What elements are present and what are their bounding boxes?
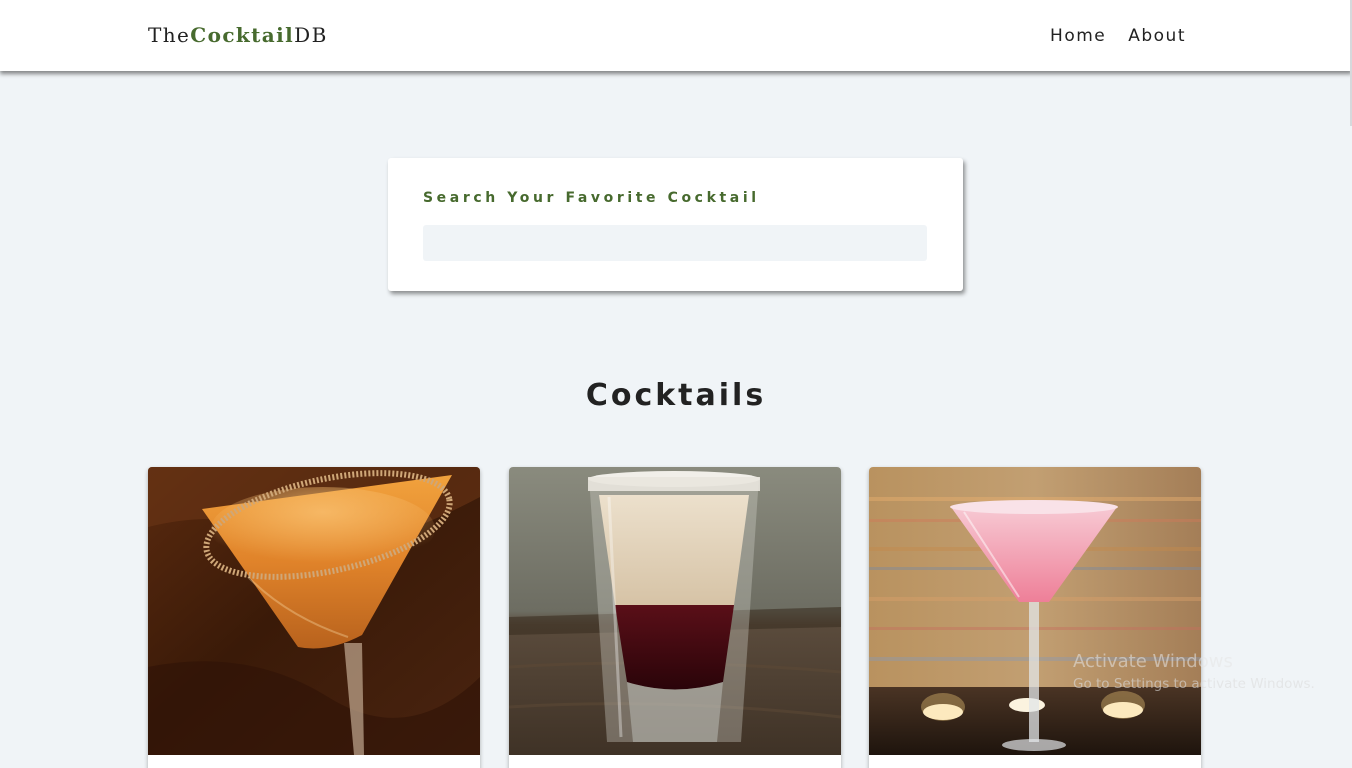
search-input[interactable] <box>423 225 927 261</box>
logo-prefix: The <box>148 23 191 47</box>
nav-links: Home About <box>1050 25 1186 47</box>
cocktail-image-orange-martini[interactable] <box>148 467 480 755</box>
cocktail-card[interactable] <box>509 467 841 768</box>
cocktail-image-pink-martini[interactable] <box>869 467 1201 755</box>
section-title: Cocktails <box>585 378 767 413</box>
cocktail-card[interactable] <box>148 467 480 768</box>
search-form: Search Your Favorite Cocktail <box>388 158 963 291</box>
cocktail-image-layered-shot[interactable] <box>509 467 841 755</box>
cocktail-card[interactable] <box>869 467 1201 768</box>
search-label: Search Your Favorite Cocktail <box>423 190 760 206</box>
nav-link-about[interactable]: About <box>1128 25 1186 47</box>
navbar: TheCocktailDB Home About <box>0 0 1352 71</box>
logo-accent: Cocktail <box>190 23 295 47</box>
site-logo[interactable]: TheCocktailDB <box>148 23 328 47</box>
nav-link-home[interactable]: Home <box>1050 25 1106 47</box>
logo-suffix: DB <box>294 23 328 47</box>
